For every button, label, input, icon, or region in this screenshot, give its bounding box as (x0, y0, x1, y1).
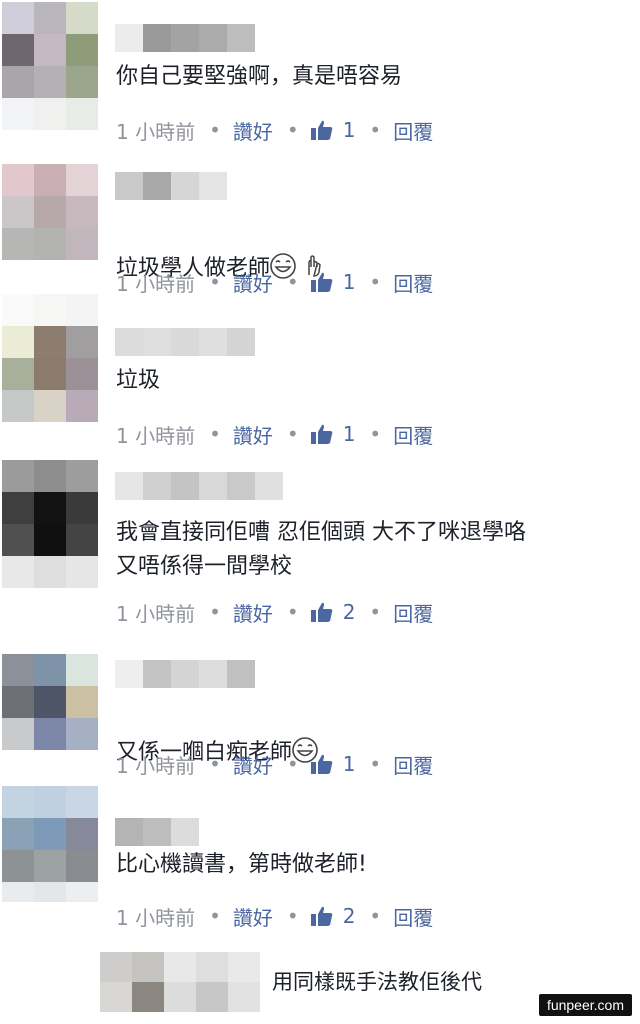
watermark: funpeer.com (538, 994, 632, 1016)
separator: • (286, 904, 299, 928)
author-name[interactable] (115, 660, 255, 688)
thumbs-up-icon[interactable] (310, 906, 333, 926)
author-name[interactable] (115, 172, 227, 200)
avatar-lower (2, 556, 98, 588)
thumbs-up-icon[interactable] (310, 272, 333, 292)
comment-meta: 1 小時前 • 讚好 • 1 • 回覆 (116, 116, 433, 144)
timestamp[interactable]: 1 小時前 (116, 116, 195, 145)
avatar-lower (2, 882, 98, 902)
reply-button[interactable]: 回覆 (393, 268, 433, 297)
timestamp[interactable]: 1 小時前 (116, 902, 195, 931)
separator: • (369, 904, 382, 928)
timestamp[interactable]: 1 小時前 (116, 420, 195, 449)
separator: • (209, 600, 221, 624)
comment-text: 我會直接同佢嘈 忍佢個頭 大不了咪退學咯 又唔係得一間學校 (116, 520, 526, 579)
like-button[interactable]: 讚好 (233, 268, 273, 297)
thumbs-up-icon[interactable] (310, 754, 333, 774)
comment-meta: 1 小時前 • 讚好 • 1 • 回覆 (116, 420, 433, 448)
separator: • (209, 118, 221, 142)
comment-text: 比心機讀書，第時做老師! (116, 852, 367, 877)
like-button[interactable]: 讚好 (233, 116, 273, 145)
separator: • (209, 422, 221, 446)
separator: • (209, 752, 221, 776)
reply-button[interactable]: 回覆 (393, 598, 433, 627)
comment-meta: 1 小時前 • 讚好 • 2 • 回覆 (116, 598, 433, 626)
author-name[interactable] (115, 818, 199, 846)
thumbs-up-icon[interactable] (310, 602, 333, 622)
reply-text[interactable]: 用同樣既手法教佢後代 (272, 966, 482, 996)
reply-avatar[interactable] (100, 952, 260, 1012)
avatar-upper (2, 294, 98, 326)
separator: • (209, 270, 221, 294)
author-name[interactable] (115, 24, 255, 52)
reply-button[interactable]: 回覆 (393, 420, 433, 449)
avatar[interactable] (2, 460, 98, 556)
like-button[interactable]: 讚好 (233, 420, 273, 449)
separator: • (369, 752, 382, 776)
separator: • (286, 600, 299, 624)
like-count[interactable]: 1 (343, 422, 356, 446)
thumbs-up-icon[interactable] (310, 424, 333, 444)
separator: • (286, 752, 299, 776)
reply-button[interactable]: 回覆 (393, 116, 433, 145)
thumbs-up-icon[interactable] (310, 120, 333, 140)
author-name[interactable] (115, 328, 255, 356)
separator: • (369, 422, 382, 446)
like-count[interactable]: 1 (343, 752, 356, 776)
avatar[interactable] (2, 164, 98, 260)
comment-meta: 1 小時前 • 讚好 • 1 • 回覆 (116, 268, 433, 296)
avatar-lower (2, 98, 98, 130)
comment-meta: 1 小時前 • 讚好 • 1 • 回覆 (116, 750, 433, 778)
like-button[interactable]: 讚好 (233, 750, 273, 779)
author-name[interactable] (115, 472, 283, 500)
like-count[interactable]: 2 (343, 600, 356, 624)
avatar[interactable] (2, 2, 98, 98)
avatar[interactable] (2, 326, 98, 422)
timestamp[interactable]: 1 小時前 (116, 750, 195, 779)
comment-text: 你自己要堅強啊，真是唔容易 (116, 64, 403, 89)
like-count[interactable]: 1 (343, 118, 356, 142)
separator: • (369, 118, 382, 142)
like-count[interactable]: 1 (343, 270, 356, 294)
timestamp[interactable]: 1 小時前 (116, 268, 195, 297)
separator: • (209, 904, 221, 928)
like-count[interactable]: 2 (343, 904, 356, 928)
separator: • (369, 600, 382, 624)
comment-text: 垃圾 (116, 368, 161, 393)
avatar[interactable] (2, 786, 98, 882)
avatar[interactable] (2, 654, 98, 750)
separator: • (286, 270, 299, 294)
separator: • (286, 422, 299, 446)
reply-button[interactable]: 回覆 (393, 750, 433, 779)
separator: • (369, 270, 382, 294)
separator: • (286, 118, 299, 142)
reply-button[interactable]: 回覆 (393, 902, 433, 931)
timestamp[interactable]: 1 小時前 (116, 598, 195, 627)
comment-meta: 1 小時前 • 讚好 • 2 • 回覆 (116, 902, 433, 930)
like-button[interactable]: 讚好 (233, 598, 273, 627)
like-button[interactable]: 讚好 (233, 902, 273, 931)
